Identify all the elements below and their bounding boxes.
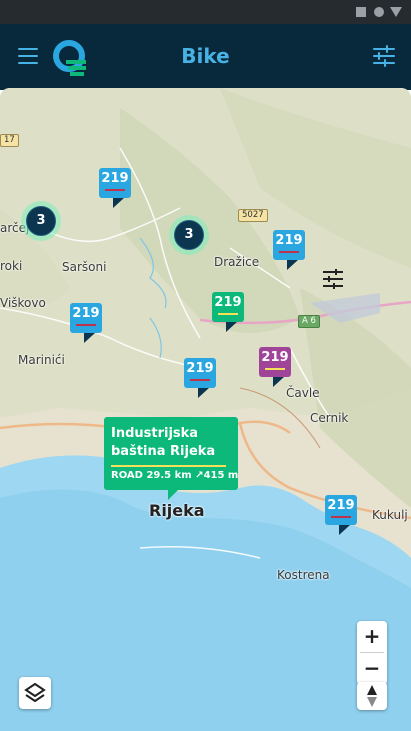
- cluster-marker[interactable]: 3: [21, 201, 61, 241]
- place-label-roki: roki: [0, 259, 23, 273]
- route-marker[interactable]: 219: [99, 168, 131, 208]
- route-marker[interactable]: 219: [273, 230, 305, 270]
- popup-info: ROAD 29.5 km ↗415 m: [111, 470, 238, 481]
- route-popup[interactable]: Industrijska baština Rijeka ROAD 29.5 km …: [104, 417, 238, 500]
- zoom-control: + −: [357, 621, 387, 685]
- place-label-sarsoni: Saršoni: [62, 260, 107, 274]
- square-icon: [356, 7, 366, 17]
- triangle-icon: [390, 7, 402, 17]
- zoom-in-button[interactable]: +: [357, 621, 387, 651]
- compass-button[interactable]: [357, 682, 387, 710]
- place-label-marinici: Marinići: [18, 353, 65, 367]
- map-background: [0, 88, 411, 731]
- status-bar: [0, 0, 411, 24]
- zoom-out-button[interactable]: −: [357, 653, 387, 683]
- place-label-rijeka: Rijeka: [149, 501, 205, 520]
- road-badge-a6: A 6: [298, 315, 320, 328]
- route-marker[interactable]: 219: [212, 292, 244, 332]
- map-view[interactable]: Saršoni Dražice Viškovo Marinići Čavle C…: [0, 88, 411, 731]
- route-marker[interactable]: 219: [184, 358, 216, 398]
- sliders-filter-icon[interactable]: [370, 44, 398, 68]
- page-title: Bike: [181, 44, 230, 68]
- place-label-kostrena: Kostrena: [277, 568, 330, 582]
- route-type: ROAD: [111, 470, 143, 481]
- popup-divider: [111, 465, 226, 467]
- place-label-cernik: Cernik: [310, 411, 349, 425]
- ascent-icon: ↗: [195, 470, 204, 481]
- sliders-filter-icon[interactable]: [321, 268, 345, 290]
- circle-icon: [374, 7, 384, 17]
- place-label-cavle: Čavle: [286, 386, 320, 400]
- place-label-kukulj: Kukulj: [372, 508, 408, 522]
- layers-icon: [24, 682, 46, 703]
- road-badge-17: 17: [0, 134, 19, 147]
- popup-title: Industrijska baština Rijeka: [111, 426, 216, 459]
- compass-icon: [367, 685, 377, 707]
- route-distance: 29.5 km: [146, 470, 192, 481]
- cluster-marker[interactable]: 3: [169, 215, 209, 255]
- place-label-drazice: Dražice: [214, 255, 260, 269]
- layers-button[interactable]: [19, 677, 51, 709]
- road-badge-5027: 5027: [238, 209, 268, 222]
- place-label-viskovo: Viškovo: [0, 296, 46, 310]
- route-ascent: 415 m: [203, 470, 239, 481]
- route-marker[interactable]: 219: [325, 495, 357, 535]
- route-marker[interactable]: 219: [259, 347, 291, 387]
- route-marker[interactable]: 219: [70, 303, 102, 343]
